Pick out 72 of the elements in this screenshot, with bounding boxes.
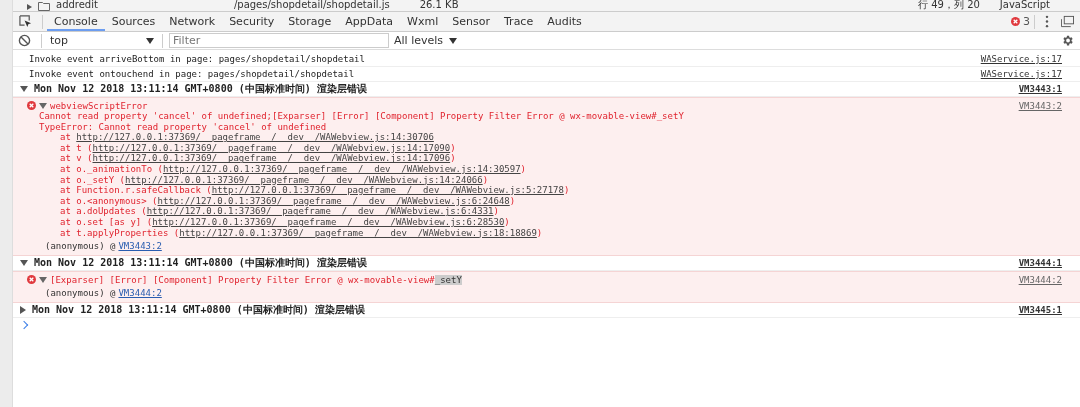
- group-header[interactable]: Mon Nov 12 2018 13:11:14 GMT+0800 (中国标准时间) 渲染层错误: [34, 256, 1013, 271]
- stack-link[interactable]: http://127.0.0.1:37369/__pageframe__/__dev__/WAWebview.js:14:17096: [92, 153, 451, 164]
- stack-link[interactable]: http://127.0.0.1:37369/__pageframe__/__dev__/WAWebview.js:14:17090: [92, 142, 451, 153]
- expand-arrow-icon[interactable]: [20, 306, 26, 315]
- settings-icon[interactable]: [1061, 34, 1074, 47]
- stack-frame: at o.set [as y] (http://127.0.0.1:37369/__pageframe__/__dev__/WAWebview.js:6:28530): [27, 216, 1062, 228]
- stack-frame: at t (http://127.0.0.1:37369/__pageframe__/__dev__/WAWebview.js:14:17090): [27, 142, 1062, 154]
- error-icon: [27, 275, 36, 285]
- vm-link[interactable]: VM3443:2: [118, 240, 162, 253]
- expand-arrow-icon[interactable]: [39, 102, 47, 109]
- error-icon: [1011, 17, 1020, 26]
- folder-icon: [38, 1, 50, 11]
- stack-link[interactable]: http://127.0.0.1:37369/__pageframe__/__dev__/WAWebview.js:5:27178: [211, 185, 564, 196]
- error-icon: [27, 101, 36, 110]
- stack-link[interactable]: http://127.0.0.1:37369/__pageframe__/__dev__/WAWebview.js:14:30597: [162, 163, 521, 174]
- expand-arrow-icon[interactable]: [39, 276, 47, 283]
- more-icon[interactable]: [1045, 15, 1049, 28]
- file-size: 26.1 KB: [419, 0, 459, 10]
- stack-link[interactable]: http://127.0.0.1:37369/__pageframe__/__dev__/WAWebview.js:14:24066: [125, 174, 483, 185]
- error-message: Cannot read property 'cancel' of undefined;[Exparser] [Error] [Component] Property Filter Error @ wx-movable-view#_setY: [38, 111, 685, 122]
- stack-link[interactable]: http://127.0.0.1:37369/__pageframe__/__dev__/WAWebview.js:14:30706: [76, 132, 434, 143]
- source-link[interactable]: VM3444:1: [1018, 258, 1062, 269]
- stack-frame: at a.doUpdates (http://127.0.0.1:37369/__pageframe__/__dev__/WAWebview.js:6:4331): [27, 206, 1062, 217]
- source-link[interactable]: WAService.js:17: [980, 54, 1062, 64]
- cursor-position: 行 49，列 20: [918, 0, 980, 10]
- language-label: JavaScript: [999, 0, 1050, 10]
- tab[interactable]: Audits: [540, 12, 589, 31]
- vm-link[interactable]: VM3444:2: [118, 287, 162, 300]
- tab[interactable]: Sensor: [445, 12, 497, 31]
- context-dropdown[interactable]: top: [46, 34, 158, 47]
- source-link[interactable]: VM3443:1: [1018, 84, 1062, 94]
- stack-frame: at t.applyProperties (http://127.0.0.1:37369/__pageframe__/__dev__/WAWebview.js:18:18869): [27, 227, 1062, 239]
- group-header[interactable]: Mon Nov 12 2018 13:11:14 GMT+0800 (中国标准时间) 渲染层错误: [34, 82, 1013, 96]
- stack-link[interactable]: http://127.0.0.1:37369/__pageframe__/__dev__/WAWebview.js:6:4331: [146, 206, 494, 217]
- inspect-icon[interactable]: [19, 15, 32, 28]
- anonymous-frame: (anonymous) @: [45, 240, 116, 253]
- error-title: [Exparser] [Error] [Component] Property Filter Error @ wx-movable-view#_setY: [50, 274, 462, 285]
- tab[interactable]: Security: [222, 12, 282, 31]
- anonymous-frame: (anonymous) @: [45, 287, 116, 300]
- tab[interactable]: Console: [47, 12, 105, 31]
- stack-link[interactable]: http://127.0.0.1:37369/__pageframe__/__dev__/WAWebview.js:18:18869: [179, 227, 537, 238]
- stack-frame: at o._setY (http://127.0.0.1:37369/__pageframe__/__dev__/WAWebview.js:14:24066): [27, 174, 1062, 186]
- levels-dropdown[interactable]: All levels: [389, 34, 463, 47]
- filter-field[interactable]: Filter: [169, 33, 389, 48]
- stack-link[interactable]: http://127.0.0.1:37369/__pageframe__/__dev__/WAWebview.js:6:28530: [152, 216, 505, 227]
- stack-frame: at Function.r.safeCallback (http://127.0.0.1:37369/__pageframe__/__dev__/WAWebview.js:5:27178): [27, 185, 1062, 196]
- tab[interactable]: Trace: [497, 12, 541, 31]
- log-message: Invoke event ontouchend in page: pages/shopdetail/shopdetail: [29, 69, 356, 79]
- error-title: webviewScriptError: [50, 100, 148, 111]
- source-link[interactable]: VM3445:1: [1018, 305, 1062, 316]
- error-count-text: 3: [1023, 15, 1030, 28]
- tab[interactable]: Network: [162, 12, 223, 31]
- tree-item[interactable]: addredit: [56, 0, 98, 10]
- tab[interactable]: Sources: [104, 12, 163, 31]
- error-message: TypeError: Cannot read property 'cancel' of undefined: [38, 121, 328, 133]
- tab[interactable]: Storage: [281, 12, 339, 31]
- tab[interactable]: Wxml: [400, 12, 446, 31]
- group-header[interactable]: Mon Nov 12 2018 13:11:14 GMT+0800 (中国标准时间) 渲染层错误: [32, 303, 1013, 318]
- stack-frame: at v (http://127.0.0.1:37369/__pageframe__/__dev__/WAWebview.js:14:17096): [27, 153, 1062, 164]
- stack-frame: at o._animationTo (http://127.0.0.1:37369/__pageframe__/__dev__/WAWebview.js:14:30597): [27, 163, 1062, 175]
- source-link[interactable]: WAService.js:17: [980, 69, 1062, 79]
- log-message: Invoke event arriveBottom in page: pages/shopdetail/shopdetail: [29, 54, 366, 64]
- source-link[interactable]: VM3443:2: [1018, 100, 1062, 111]
- tab[interactable]: AppData: [338, 12, 401, 31]
- stack-frame: at o.<anonymous> (http://127.0.0.1:37369/__pageframe__/__dev__/WAWebview.js:6:24648): [27, 195, 1062, 207]
- source-link[interactable]: VM3444:2: [1018, 274, 1062, 285]
- error-count[interactable]: 3: [1011, 15, 1030, 28]
- stack-frame: at http://127.0.0.1:37369/__pageframe__/__dev__/WAWebview.js:14:30706: [27, 132, 1062, 143]
- undock-icon[interactable]: [1061, 15, 1074, 28]
- file-path: /pages/shopdetail/shopdetail.js: [233, 0, 390, 10]
- clear-console-icon[interactable]: [18, 34, 31, 47]
- stack-link[interactable]: http://127.0.0.1:37369/__pageframe__/__dev__/WAWebview.js:6:24648: [157, 195, 510, 206]
